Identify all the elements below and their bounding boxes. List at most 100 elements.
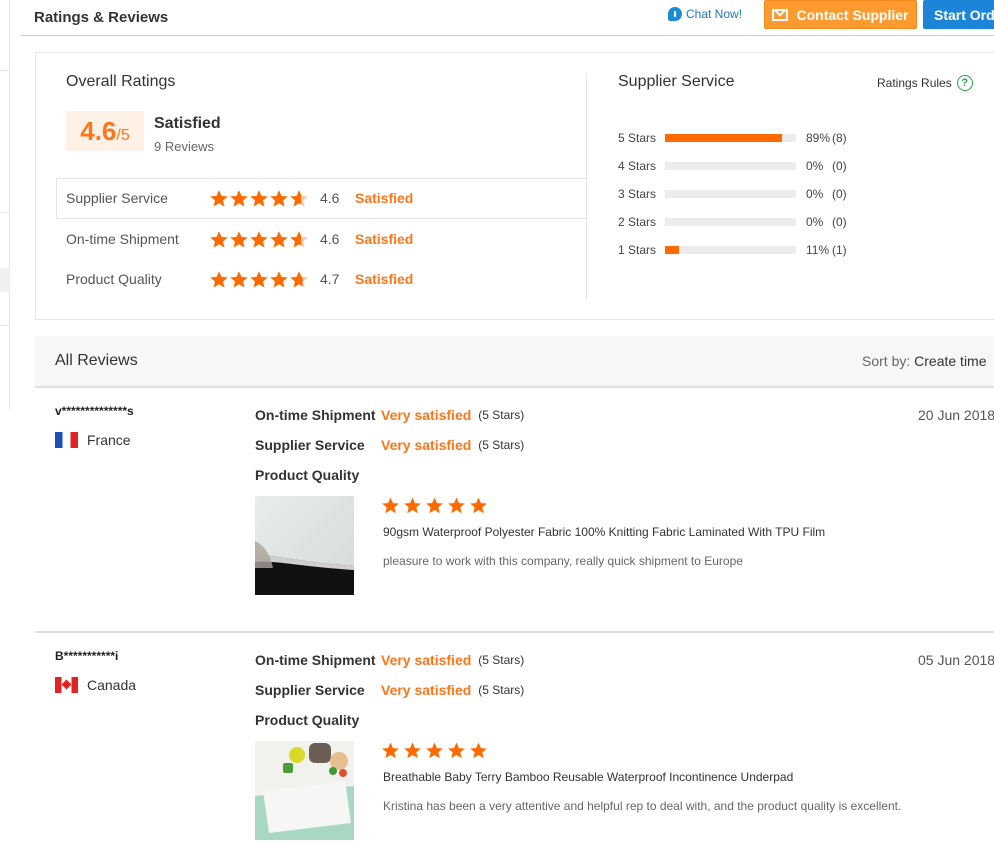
all-reviews-header: All Reviews Sort by: Create time [35,336,994,388]
review-rating-stars: (5 Stars) [478,653,525,667]
review-item: v**************s France On-time Shipment… [35,388,994,633]
review-rating-value: Very satisfied [381,652,472,668]
product-thumbnail[interactable] [255,741,354,840]
review-rating-key: Product Quality [255,712,360,728]
distribution-bar [665,190,796,198]
rating-row-status: Satisfied [355,231,414,247]
review-rating-key: Supplier Service [255,437,365,453]
distribution-percent: 11% [806,243,830,257]
distribution-bar [665,246,796,254]
sort-label: Sort by: [862,353,911,369]
help-circle-icon[interactable]: ? [956,75,973,91]
review-rating-stars: (5 Stars) [478,408,525,422]
review-rating-key: On-time Shipment [255,652,376,668]
star-icon [447,741,466,760]
review-rating-value: Very satisfied [381,437,472,453]
review-rating-line: Product Quality [255,467,381,483]
star-icon [289,230,309,249]
distribution-row-5: 5 Stars 89% (8) [618,130,847,146]
star-rating [209,270,309,289]
rating-row-status: Satisfied [355,271,414,287]
product-thumbnail[interactable] [255,496,354,595]
left-tick [0,325,10,326]
review-rating-line: Supplier Service Very satisfied (5 Stars… [255,437,524,453]
distribution-label: 1 Stars [618,243,657,257]
distribution-count: (0) [832,187,847,201]
rating-row-value: 4.7 [320,271,340,287]
star-icon [209,189,229,208]
review-rating-line: Supplier Service Very satisfied (5 Stars… [255,682,524,698]
chat-now-link[interactable]: Chat Now! [668,7,742,21]
rating-row-label: On-time Shipment [66,231,179,247]
review-rating-stars: (5 Stars) [478,438,525,452]
envelope-icon [772,8,789,21]
distribution-label: 5 Stars [618,131,657,145]
overall-satisfaction-label: Satisfied [154,115,221,132]
distribution-percent: 0% [806,187,824,201]
star-icon [209,270,229,289]
distribution-bar-fill [665,246,680,254]
distribution-bar [665,218,796,226]
review-comment: Kristina has been a very attentive and h… [383,799,902,813]
star-rating [209,230,309,249]
flag-canada-icon [55,677,78,693]
star-icon [269,189,289,208]
star-icon [209,230,229,249]
distribution-row-2: 2 Stars 0% (0) [618,214,847,230]
star-icon [289,270,309,289]
product-title-link[interactable]: 90gsm Waterproof Polyester Fabric 100% K… [383,525,825,539]
reviewer-name: B***********i [55,649,119,663]
rating-row-ontime-shipment: On-time Shipment 4.6 Satisfied [66,229,413,249]
distribution-count: (0) [832,215,847,229]
review-rating-line: On-time Shipment Very satisfied (5 Stars… [255,407,524,423]
underpad-image [255,741,354,840]
distribution-bar [665,162,796,170]
rating-row-supplier-service: Supplier Service 4.6 Satisfied [66,188,413,208]
start-order-button[interactable]: Start Order [923,0,994,29]
overall-ratings-title: Overall Ratings [66,73,176,90]
star-icon [469,741,488,760]
contact-supplier-button[interactable]: Contact Supplier [764,0,917,29]
star-icon [229,230,249,249]
star-icon [381,496,400,515]
reviewer-country: France [55,432,131,448]
rating-row-value: 4.6 [320,231,340,247]
country-name: France [87,432,131,448]
supplier-service-title: Supplier Service [618,73,735,90]
distribution-label: 2 Stars [618,215,657,229]
left-tick [0,70,10,71]
rating-row-status: Satisfied [355,190,414,206]
page-title: Ratings & Reviews [34,9,169,26]
review-rating-line: Product Quality [255,712,381,728]
ratings-panel: Overall Ratings 4.6 /5 Satisfied 9 Revie… [35,52,994,320]
star-icon [425,496,444,515]
star-icon [469,496,488,515]
distribution-percent: 89% [806,131,831,145]
rating-row-label: Supplier Service [66,190,168,206]
reviewer-name: v**************s [55,404,134,418]
distribution-percent: 0% [806,159,824,173]
overall-score-denominator: /5 [116,127,130,144]
distribution-row-1: 1 Stars 11% (1) [618,242,847,258]
ratings-header: Ratings & Reviews Chat Now! Contact Supp… [20,0,994,36]
star-icon [447,496,466,515]
star-icon [229,270,249,289]
star-icon [289,189,309,208]
review-rating-stars: (5 Stars) [478,683,525,697]
left-nav-stub [0,268,10,292]
panel-divider [586,73,587,299]
review-item: B***********i Canada On-time Shipment Ve… [35,633,994,845]
rating-row-product-quality: Product Quality 4.7 Satisfied [66,269,413,289]
sort-dropdown[interactable]: Sort by: Create time [862,353,987,369]
star-rating [209,189,309,208]
distribution-count: (8) [832,131,847,145]
product-title-link[interactable]: Breathable Baby Terry Bamboo Reusable Wa… [383,770,793,784]
review-date: 20 Jun 2018 [918,407,994,423]
flag-france-icon [55,432,78,448]
start-order-label: Start Order [934,6,994,23]
review-rating-line: On-time Shipment Very satisfied (5 Stars… [255,652,524,668]
ratings-rules-link[interactable]: Ratings Rules ? [877,75,973,91]
distribution-count: (0) [832,159,847,173]
left-rule [9,0,10,410]
review-rating-key: Supplier Service [255,682,365,698]
